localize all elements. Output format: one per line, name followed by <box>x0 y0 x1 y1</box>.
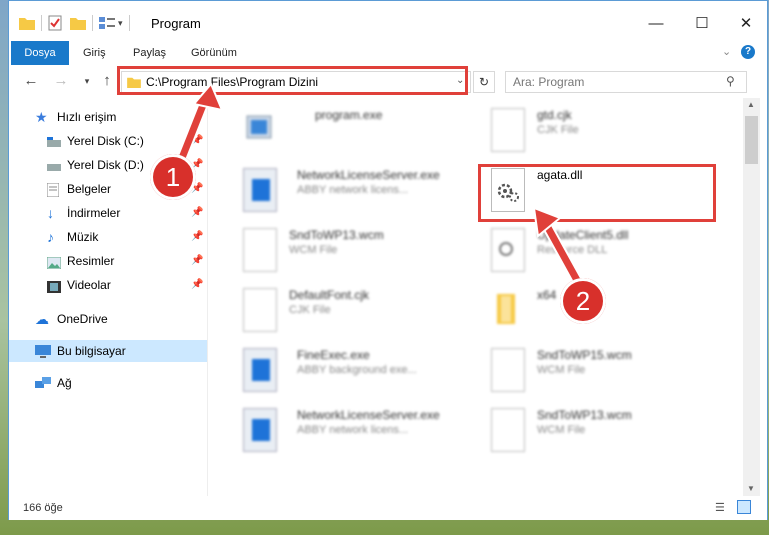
annotation-arrows <box>172 82 583 285</box>
step-2-badge: 2 <box>560 278 606 324</box>
arrow-to-address <box>172 82 224 171</box>
step-1-badge: 1 <box>150 154 196 200</box>
arrow-to-file <box>532 206 583 285</box>
